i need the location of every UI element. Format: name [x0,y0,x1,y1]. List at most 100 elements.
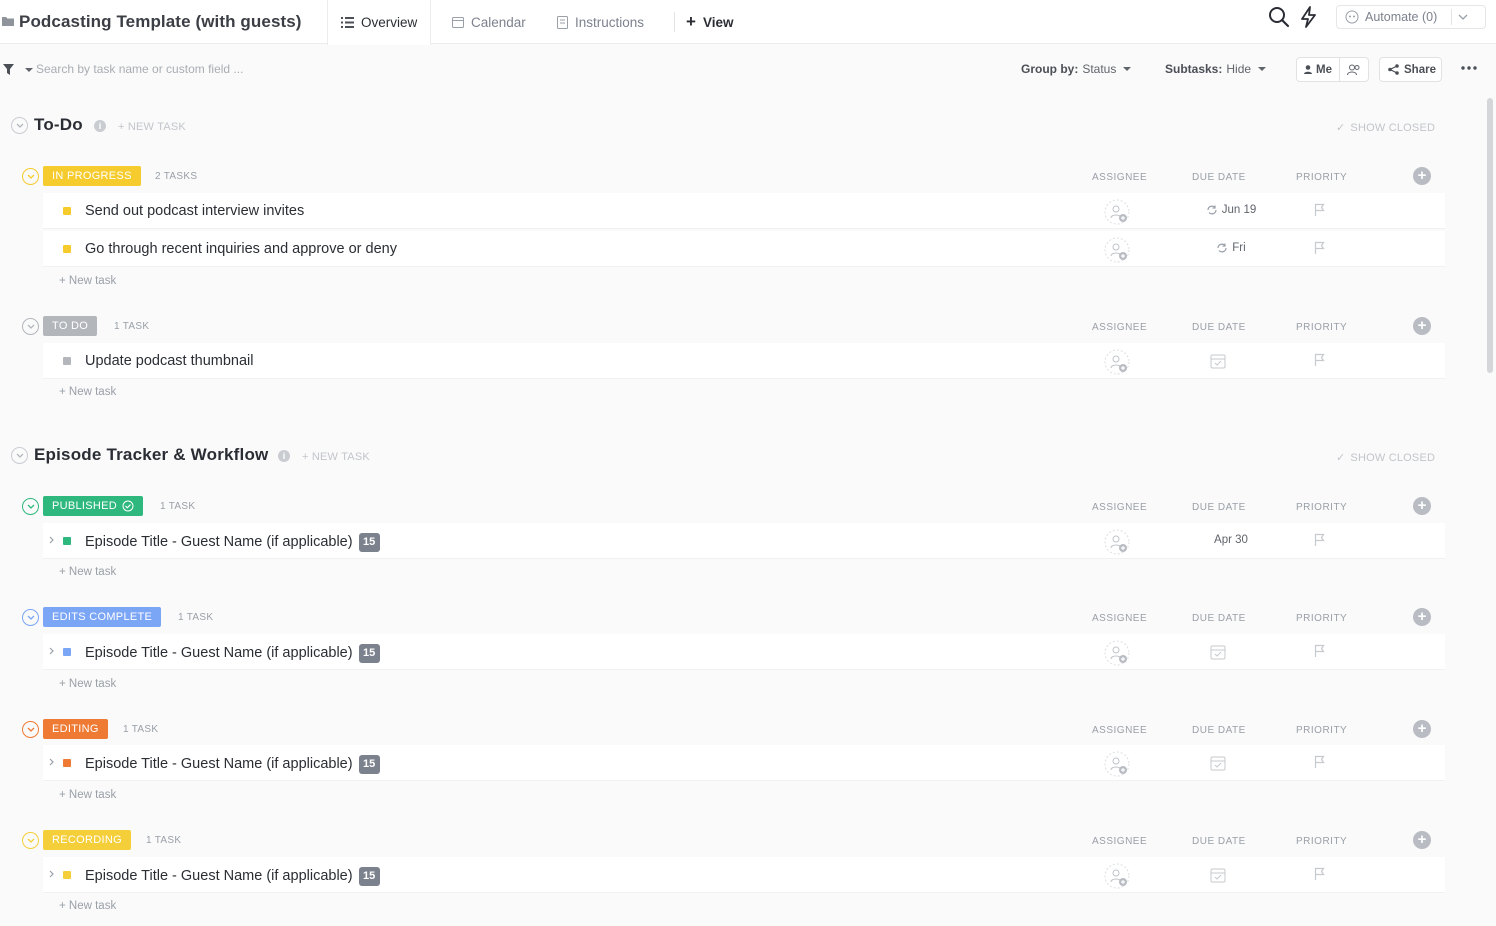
chevron-down-icon[interactable] [1458,14,1468,20]
column-assignee[interactable]: ASSIGNEE [1092,725,1147,736]
subtask-count-badge[interactable]: 15 [358,867,380,886]
filter-icon[interactable] [3,64,14,75]
status-badge[interactable]: RECORDING [43,830,131,850]
task-name[interactable]: Send out podcast interview invites [85,203,304,219]
collapse-group-icon[interactable] [22,498,39,515]
add-column-icon[interactable]: + [1413,497,1431,515]
status-badge[interactable]: TO DO [43,316,98,336]
add-assignee-icon[interactable] [1104,237,1130,263]
due-date[interactable]: Fri [1191,242,1271,254]
calendar-icon[interactable] [1210,755,1226,771]
column-priority[interactable]: PRIORITY [1296,322,1347,333]
add-assignee-icon[interactable] [1104,751,1130,777]
task-row[interactable]: Episode Title - Guest Name (if applicabl… [43,634,1445,670]
collapse-section-icon[interactable] [11,117,28,134]
collapse-group-icon[interactable] [22,318,39,335]
subtask-count-badge[interactable]: 15 [358,644,380,663]
search-icon[interactable] [1268,6,1290,28]
column-assignee[interactable]: ASSIGNEE [1092,613,1147,624]
subtask-count-badge[interactable]: 15 [358,533,380,552]
task-row[interactable]: Go through recent inquiries and approve … [43,231,1445,267]
status-square-icon[interactable] [63,207,71,215]
collapse-group-icon[interactable] [22,609,39,626]
search-input[interactable] [36,60,436,78]
status-square-icon[interactable] [63,537,71,545]
expand-subtasks-icon[interactable] [49,647,54,655]
me-button[interactable]: Me [1297,58,1340,81]
calendar-icon[interactable] [1210,867,1226,883]
column-priority[interactable]: PRIORITY [1296,172,1347,183]
new-task-button[interactable]: + NEW TASK [118,121,186,133]
column-priority[interactable]: PRIORITY [1296,836,1347,847]
status-badge[interactable]: EDITING [43,719,108,739]
collapse-group-icon[interactable] [22,832,39,849]
add-column-icon[interactable]: + [1413,317,1431,335]
add-view-button[interactable]: + View [686,0,733,44]
new-task-link[interactable]: + New task [59,900,116,912]
add-column-icon[interactable]: + [1413,831,1431,849]
add-assignee-icon[interactable] [1104,529,1130,555]
add-assignee-icon[interactable] [1104,199,1130,225]
column-assignee[interactable]: ASSIGNEE [1092,322,1147,333]
column-assignee[interactable]: ASSIGNEE [1092,836,1147,847]
task-name[interactable]: Episode Title - Guest Name (if applicabl… [85,533,380,552]
status-square-icon[interactable] [63,648,71,656]
column-due-date[interactable]: DUE DATE [1192,613,1246,624]
column-priority[interactable]: PRIORITY [1296,502,1347,513]
column-assignee[interactable]: ASSIGNEE [1092,502,1147,513]
due-date[interactable]: Apr 30 [1191,534,1271,546]
column-due-date[interactable]: DUE DATE [1192,836,1246,847]
add-assignee-icon[interactable] [1104,640,1130,666]
add-column-icon[interactable]: + [1413,720,1431,738]
calendar-icon[interactable] [1210,353,1226,369]
subtask-count-badge[interactable]: 15 [358,755,380,774]
status-square-icon[interactable] [63,357,71,365]
subtasks-control[interactable]: Subtasks: Hide [1165,62,1267,76]
column-due-date[interactable]: DUE DATE [1192,172,1246,183]
column-due-date[interactable]: DUE DATE [1192,725,1246,736]
task-row[interactable]: Episode Title - Guest Name (if applicabl… [43,745,1445,781]
flag-icon[interactable] [1314,241,1326,255]
expand-subtasks-icon[interactable] [49,870,54,878]
collapse-group-icon[interactable] [22,721,39,738]
flag-icon[interactable] [1314,644,1326,658]
status-badge[interactable]: PUBLISHED [43,496,144,516]
flag-icon[interactable] [1314,203,1326,217]
task-row[interactable]: Episode Title - Guest Name (if applicabl… [43,523,1445,559]
task-name[interactable]: Go through recent inquiries and approve … [85,241,397,257]
flag-icon[interactable] [1314,755,1326,769]
new-task-link[interactable]: + New task [59,275,116,287]
new-task-link[interactable]: + New task [59,386,116,398]
collapse-group-icon[interactable] [22,168,39,185]
show-closed-button[interactable]: ✓ SHOW CLOSED [1336,451,1435,465]
filter-caret-icon[interactable] [25,68,33,72]
add-assignee-icon[interactable] [1104,349,1130,375]
flag-icon[interactable] [1314,533,1326,547]
group-by-control[interactable]: Group by: Status [1021,62,1132,76]
expand-subtasks-icon[interactable] [49,536,54,544]
add-assignee-icon[interactable] [1104,863,1130,889]
task-row[interactable]: Send out podcast interview invites Jun 19 [43,193,1445,229]
column-priority[interactable]: PRIORITY [1296,725,1347,736]
status-square-icon[interactable] [63,245,71,253]
flag-icon[interactable] [1314,353,1326,367]
info-icon[interactable]: i [278,450,290,462]
flag-icon[interactable] [1314,867,1326,881]
column-assignee[interactable]: ASSIGNEE [1092,172,1147,183]
new-task-link[interactable]: + New task [59,566,116,578]
show-closed-button[interactable]: ✓ SHOW CLOSED [1336,121,1435,135]
column-due-date[interactable]: DUE DATE [1192,322,1246,333]
tab-overview[interactable]: Overview [327,0,432,45]
add-column-icon[interactable]: + [1413,608,1431,626]
task-name[interactable]: Episode Title - Guest Name (if applicabl… [85,867,380,886]
task-row[interactable]: Episode Title - Guest Name (if applicabl… [43,857,1445,893]
collapse-section-icon[interactable] [11,447,28,464]
task-row[interactable]: Update podcast thumbnail [43,343,1445,379]
info-icon[interactable]: i [94,120,106,132]
expand-subtasks-icon[interactable] [49,758,54,766]
automate-button[interactable]: Automate (0) [1336,5,1486,29]
scrollbar[interactable] [1487,98,1493,373]
new-task-link[interactable]: + New task [59,678,116,690]
more-options-icon[interactable] [1461,66,1477,70]
status-square-icon[interactable] [63,871,71,879]
